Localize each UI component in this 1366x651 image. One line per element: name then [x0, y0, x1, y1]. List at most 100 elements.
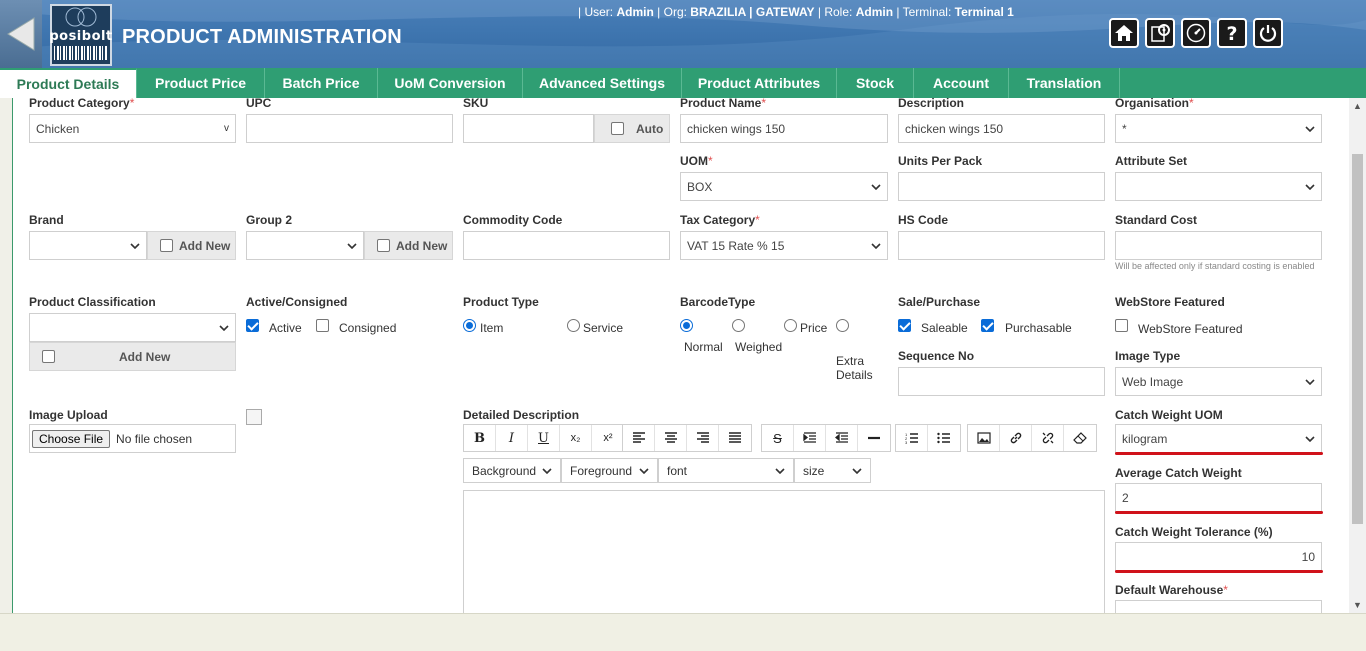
tab-product-details[interactable]: Product Details — [0, 68, 137, 98]
eraser-icon — [1073, 432, 1087, 444]
align-left-button[interactable] — [623, 425, 655, 451]
bold-button[interactable]: B — [464, 425, 496, 451]
product-name-input[interactable]: chicken wings 150 — [680, 114, 888, 143]
average-catch-weight-input[interactable]: 2 — [1115, 483, 1322, 512]
help-icon: ? — [1226, 23, 1237, 44]
align-right-button[interactable] — [687, 425, 719, 451]
unordered-list-button[interactable] — [928, 425, 960, 451]
editor-insert-group — [967, 424, 1097, 452]
insert-link-button[interactable] — [1000, 425, 1032, 451]
tab-stock[interactable]: Stock — [837, 68, 914, 98]
justify-icon — [729, 432, 741, 443]
organisation-select[interactable]: * — [1115, 114, 1322, 143]
units-per-pack-input[interactable] — [898, 172, 1105, 201]
detailed-description-editor[interactable] — [463, 490, 1105, 613]
superscript-button[interactable]: x² — [592, 425, 624, 451]
tab-translation[interactable]: Translation — [1009, 68, 1120, 98]
remove-link-button[interactable] — [1032, 425, 1064, 451]
role-value: Admin — [855, 5, 894, 19]
standard-cost-input[interactable] — [1115, 231, 1322, 260]
commodity-code-input[interactable] — [463, 231, 670, 260]
size-select[interactable]: size — [794, 458, 871, 483]
tab-account[interactable]: Account — [914, 68, 1009, 98]
hs-code-input[interactable] — [898, 231, 1105, 260]
active-checkbox[interactable] — [246, 319, 259, 332]
barcode-extra-label-2: Details — [836, 368, 873, 382]
brand-add-new: Add New — [147, 231, 236, 260]
indent-button[interactable] — [794, 425, 826, 451]
strikethrough-button[interactable]: S — [762, 425, 794, 451]
default-warehouse-select[interactable] — [1115, 600, 1322, 613]
back-button[interactable] — [0, 0, 42, 68]
horizontal-rule-button[interactable] — [858, 425, 890, 451]
active-label: Active — [269, 321, 302, 335]
vertical-scrollbar[interactable]: ▲ ▼ — [1349, 98, 1366, 613]
user-label: | User: — [578, 5, 614, 19]
image-type-select[interactable]: Web Image — [1115, 367, 1322, 396]
catch-weight-uom-select[interactable]: kilogram — [1115, 424, 1322, 453]
purchasable-checkbox[interactable] — [981, 319, 994, 332]
background-color-select[interactable]: Background — [463, 458, 561, 483]
tax-category-select[interactable]: VAT 15 Rate % 15 — [680, 231, 888, 260]
image-upload-input[interactable]: Choose File No file chosen — [29, 424, 236, 453]
font-select[interactable]: font — [658, 458, 794, 483]
ordered-list-button[interactable]: 123 — [896, 425, 928, 451]
tab-product-attributes[interactable]: Product Attributes — [682, 68, 837, 98]
align-center-button[interactable] — [655, 425, 687, 451]
sku-auto-box: Auto — [594, 114, 670, 143]
tab-advanced-settings[interactable]: Advanced Settings — [523, 68, 682, 98]
subscript-button[interactable]: x₂ — [560, 425, 592, 451]
group2-add-new-checkbox[interactable] — [377, 239, 390, 252]
catch-weight-tolerance-input[interactable]: 10 — [1115, 542, 1322, 571]
barcode-normal-radio[interactable] — [680, 319, 693, 332]
barcode-extra-details-radio[interactable] — [836, 319, 849, 332]
sku-input[interactable] — [463, 114, 594, 143]
scrollbar-thumb[interactable] — [1352, 154, 1363, 524]
underline-button[interactable]: U — [528, 425, 560, 451]
product-classification-select[interactable] — [29, 313, 236, 342]
clear-format-button[interactable] — [1064, 425, 1096, 451]
foreground-color-select[interactable]: Foreground — [561, 458, 658, 483]
tab-product-price[interactable]: Product Price — [137, 68, 265, 98]
barcode-weighed-radio[interactable] — [732, 319, 745, 332]
choose-file-button[interactable]: Choose File — [32, 429, 111, 448]
justify-button[interactable] — [719, 425, 751, 451]
outdent-button[interactable] — [826, 425, 858, 451]
brand-select[interactable] — [29, 231, 147, 260]
tab-batch-price[interactable]: Batch Price — [265, 68, 378, 98]
indent-icon — [802, 432, 816, 443]
classification-add-new-checkbox[interactable] — [42, 350, 55, 363]
app-header: posibolt PRODUCT ADMINISTRATION | User: … — [0, 0, 1366, 68]
scroll-up-icon[interactable]: ▲ — [1353, 101, 1362, 111]
home-button[interactable] — [1109, 18, 1139, 48]
chevron-down-icon — [219, 324, 229, 331]
service-radio[interactable] — [567, 319, 580, 332]
sku-auto-checkbox[interactable] — [611, 122, 624, 135]
dashboard-button[interactable] — [1181, 18, 1211, 48]
webstore-featured-option: WebStore Featured — [1138, 322, 1243, 336]
product-category-select[interactable]: Chicken v — [29, 114, 236, 143]
sequence-no-input[interactable] — [898, 367, 1105, 396]
group2-select[interactable] — [246, 231, 364, 260]
help-button[interactable]: ? — [1217, 18, 1247, 48]
insert-image-button[interactable] — [968, 425, 1000, 451]
item-radio[interactable] — [463, 319, 476, 332]
attribute-set-select[interactable] — [1115, 172, 1322, 201]
logo-text: posibolt — [49, 29, 113, 44]
settings-button[interactable] — [1145, 18, 1175, 48]
upc-input[interactable] — [246, 114, 453, 143]
align-center-icon — [664, 432, 677, 443]
scroll-down-icon[interactable]: ▼ — [1353, 600, 1362, 610]
webstore-featured-checkbox[interactable] — [1115, 319, 1128, 332]
tab-uom-conversion[interactable]: UoM Conversion — [378, 68, 523, 98]
barcode-price-radio[interactable] — [784, 319, 797, 332]
description-input[interactable]: chicken wings 150 — [898, 114, 1105, 143]
consigned-checkbox[interactable] — [316, 319, 329, 332]
uom-select[interactable]: BOX — [680, 172, 888, 201]
italic-button[interactable]: I — [496, 425, 528, 451]
chevron-down-icon — [130, 242, 140, 249]
saleable-checkbox[interactable] — [898, 319, 911, 332]
logout-button[interactable] — [1253, 18, 1283, 48]
purchasable-label: Purchasable — [1005, 321, 1072, 335]
brand-add-new-checkbox[interactable] — [160, 239, 173, 252]
